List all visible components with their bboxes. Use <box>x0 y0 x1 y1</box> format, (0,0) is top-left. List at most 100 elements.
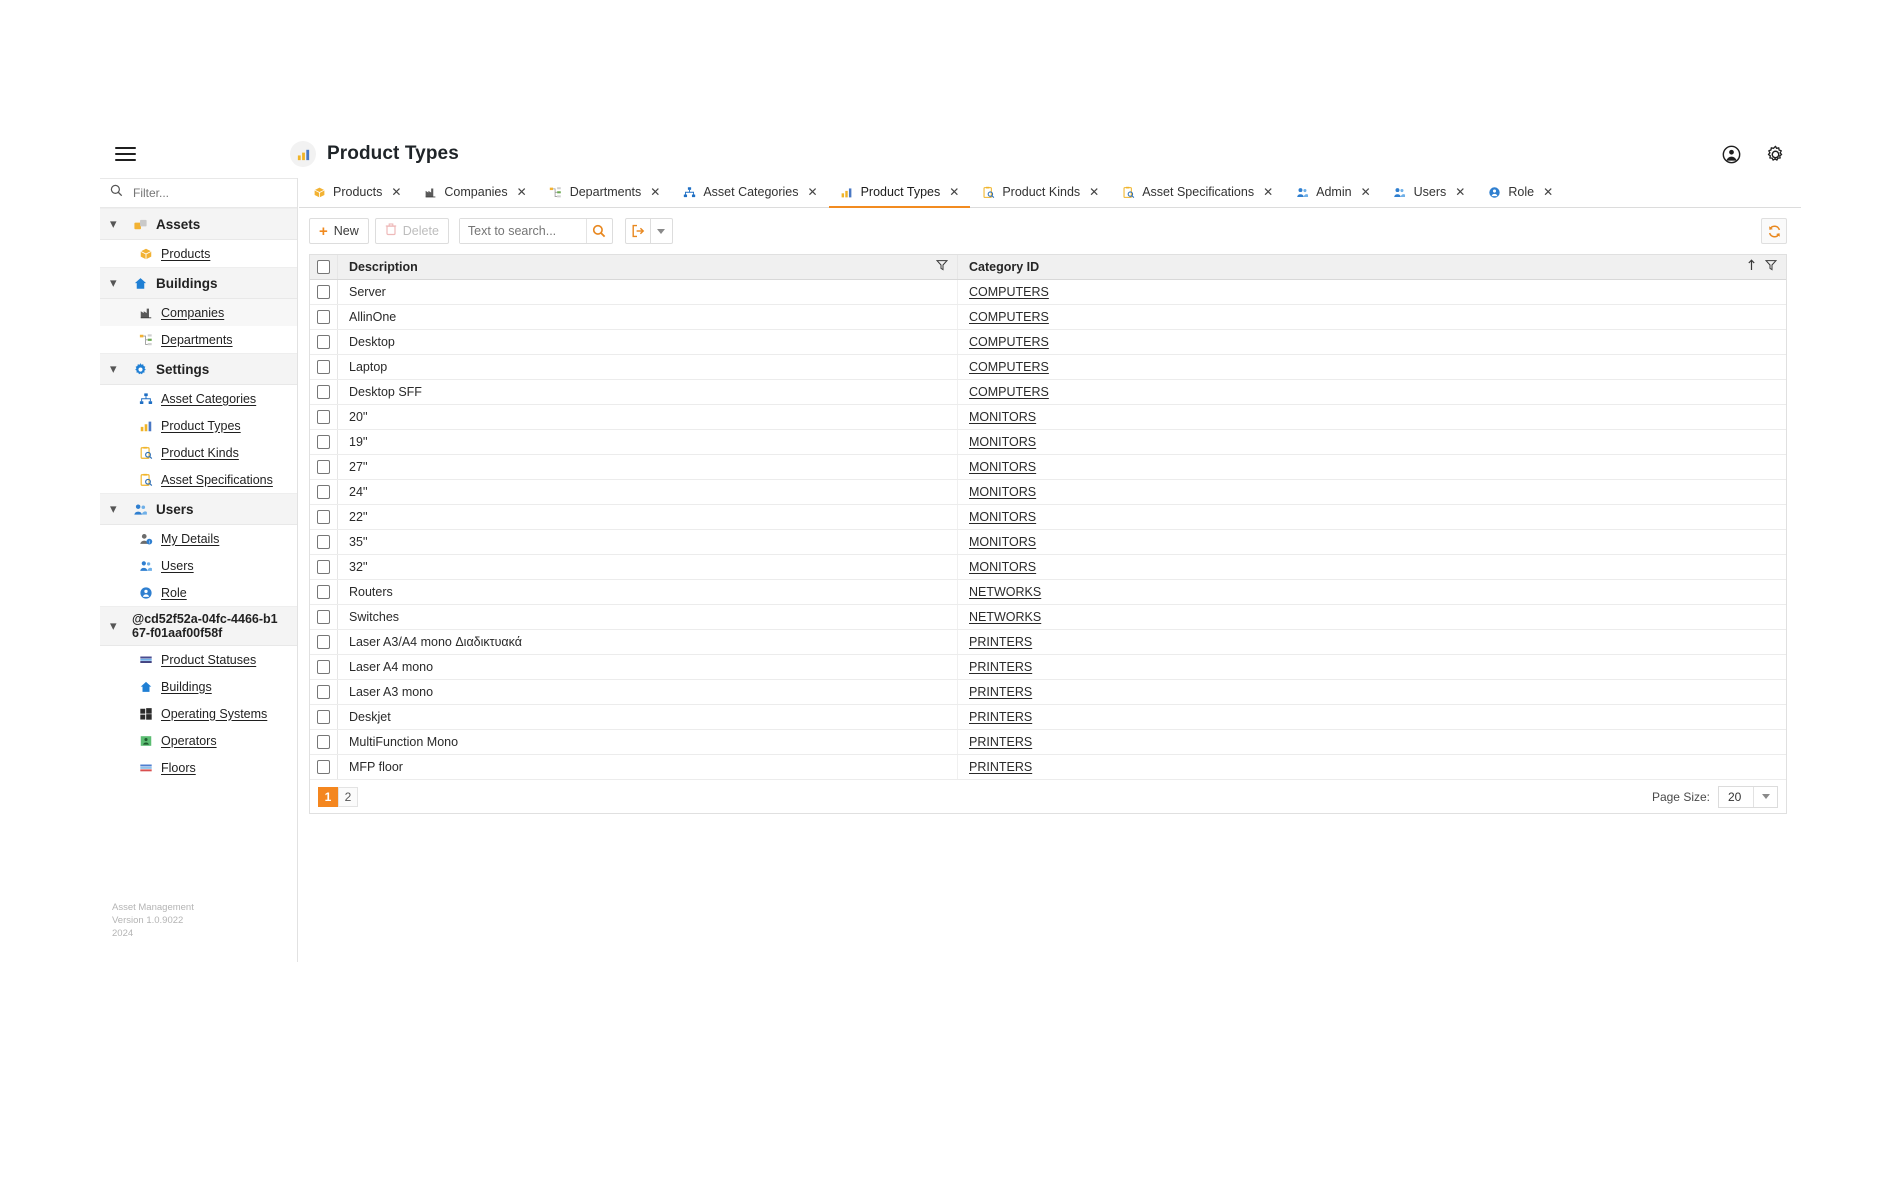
tab-departments[interactable]: Departments ✕ <box>538 177 672 207</box>
cell-category-id-link[interactable]: PRINTERS <box>969 710 1032 724</box>
close-icon[interactable]: ✕ <box>808 186 818 198</box>
select-all-checkbox[interactable] <box>317 260 330 274</box>
cell-category-id-link[interactable]: PRINTERS <box>969 685 1032 699</box>
column-header-category-id[interactable]: Category ID <box>958 255 1786 279</box>
row-checkbox[interactable] <box>317 460 330 474</box>
column-header-description[interactable]: Description <box>338 255 958 279</box>
search-input[interactable] <box>459 219 586 243</box>
row-checkbox[interactable] <box>317 585 330 599</box>
new-button[interactable]: + New <box>309 218 369 244</box>
sidebar-group-buildings[interactable]: ▾ Buildings <box>100 267 297 299</box>
gear-icon[interactable] <box>1763 142 1787 166</box>
table-row[interactable]: 35'' MONITORS <box>310 530 1786 555</box>
cell-category-id-link[interactable]: NETWORKS <box>969 585 1041 599</box>
sort-asc-icon[interactable] <box>1747 258 1756 276</box>
sidebar-item-floors[interactable]: Floors <box>100 754 297 781</box>
table-row[interactable]: Desktop COMPUTERS <box>310 330 1786 355</box>
row-checkbox[interactable] <box>317 310 330 324</box>
cell-category-id-link[interactable]: COMPUTERS <box>969 385 1049 399</box>
cell-category-id-link[interactable]: COMPUTERS <box>969 360 1049 374</box>
row-checkbox[interactable] <box>317 735 330 749</box>
close-icon[interactable]: ✕ <box>949 186 959 198</box>
sidebar-item-products[interactable]: Products <box>100 240 297 267</box>
filter-icon[interactable] <box>935 258 949 276</box>
sidebar-item-departments[interactable]: Departments <box>100 326 297 353</box>
row-checkbox[interactable] <box>317 360 330 374</box>
cell-category-id-link[interactable]: COMPUTERS <box>969 285 1049 299</box>
chevron-down-icon[interactable]: ▾ <box>110 618 124 634</box>
row-checkbox[interactable] <box>317 510 330 524</box>
row-checkbox[interactable] <box>317 335 330 349</box>
table-row[interactable]: 24'' MONITORS <box>310 480 1786 505</box>
tab-admin[interactable]: Admin ✕ <box>1284 177 1382 207</box>
sidebar-item-operators[interactable]: Operators <box>100 727 297 754</box>
chevron-down-icon[interactable]: ▾ <box>110 216 124 232</box>
table-row[interactable]: Server COMPUTERS <box>310 280 1786 305</box>
delete-button[interactable]: Delete <box>374 218 449 244</box>
row-checkbox[interactable] <box>317 560 330 574</box>
row-checkbox[interactable] <box>317 485 330 499</box>
sidebar-item-product-statuses[interactable]: Product Statuses <box>100 646 297 673</box>
table-row[interactable]: Switches NETWORKS <box>310 605 1786 630</box>
cell-category-id-link[interactable]: MONITORS <box>969 410 1036 424</box>
chevron-down-icon[interactable]: ▾ <box>110 361 124 377</box>
row-checkbox[interactable] <box>317 710 330 724</box>
sidebar-group-settings[interactable]: ▾ Settings <box>100 353 297 385</box>
sidebar-group-cd52f52a-04fc-4466-b167-f01aaf00f58f[interactable]: ▾ @cd52f52a-04fc-4466-b167-f01aaf00f58f <box>100 606 297 646</box>
cell-category-id-link[interactable]: MONITORS <box>969 510 1036 524</box>
cell-category-id-link[interactable]: MONITORS <box>969 435 1036 449</box>
close-icon[interactable]: ✕ <box>391 186 401 198</box>
cell-category-id-link[interactable]: MONITORS <box>969 485 1036 499</box>
row-checkbox[interactable] <box>317 660 330 674</box>
cell-category-id-link[interactable]: MONITORS <box>969 560 1036 574</box>
cell-category-id-link[interactable]: NETWORKS <box>969 610 1041 624</box>
table-row[interactable]: MultiFunction Mono PRINTERS <box>310 730 1786 755</box>
row-checkbox[interactable] <box>317 385 330 399</box>
page-button-1[interactable]: 1 <box>318 786 338 807</box>
row-checkbox[interactable] <box>317 635 330 649</box>
close-icon[interactable]: ✕ <box>1543 186 1553 198</box>
close-icon[interactable]: ✕ <box>1089 186 1099 198</box>
tab-products[interactable]: Products ✕ <box>301 177 412 207</box>
sidebar-item-companies[interactable]: Companies <box>100 299 297 326</box>
sidebar-item-buildings[interactable]: Buildings <box>100 673 297 700</box>
table-row[interactable]: 19'' MONITORS <box>310 430 1786 455</box>
cell-category-id-link[interactable]: COMPUTERS <box>969 310 1049 324</box>
cell-category-id-link[interactable]: MONITORS <box>969 460 1036 474</box>
table-row[interactable]: 20'' MONITORS <box>310 405 1786 430</box>
cell-category-id-link[interactable]: MONITORS <box>969 535 1036 549</box>
row-checkbox[interactable] <box>317 435 330 449</box>
table-row[interactable]: Laser A4 mono PRINTERS <box>310 655 1786 680</box>
table-row[interactable]: Desktop SFF COMPUTERS <box>310 380 1786 405</box>
tab-asset-specifications[interactable]: Asset Specifications ✕ <box>1110 177 1284 207</box>
row-checkbox[interactable] <box>317 610 330 624</box>
refresh-icon[interactable] <box>1761 218 1787 244</box>
hamburger-icon[interactable] <box>102 131 148 177</box>
close-icon[interactable]: ✕ <box>517 186 527 198</box>
sidebar-group-assets[interactable]: ▾ Assets <box>100 208 297 240</box>
tab-product-kinds[interactable]: Product Kinds ✕ <box>970 177 1110 207</box>
tab-users[interactable]: Users ✕ <box>1382 177 1477 207</box>
sidebar-item-product-kinds[interactable]: Product Kinds <box>100 439 297 466</box>
sidebar-item-role[interactable]: Role <box>100 579 297 606</box>
tab-asset-categories[interactable]: Asset Categories ✕ <box>671 177 828 207</box>
sidebar-filter-input[interactable] <box>131 185 271 201</box>
export-icon[interactable] <box>624 218 651 244</box>
row-checkbox[interactable] <box>317 535 330 549</box>
sidebar-item-my-details[interactable]: i My Details <box>100 525 297 552</box>
chevron-down-icon[interactable] <box>1753 786 1777 807</box>
table-row[interactable]: 32'' MONITORS <box>310 555 1786 580</box>
close-icon[interactable]: ✕ <box>650 186 660 198</box>
sidebar-group-users[interactable]: ▾ Users <box>100 493 297 525</box>
sidebar-item-product-types[interactable]: Product Types <box>100 412 297 439</box>
table-row[interactable]: Laptop COMPUTERS <box>310 355 1786 380</box>
cell-category-id-link[interactable]: PRINTERS <box>969 660 1032 674</box>
cell-category-id-link[interactable]: PRINTERS <box>969 760 1032 774</box>
table-row[interactable]: MFP floor PRINTERS <box>310 755 1786 780</box>
sidebar-item-operating-systems[interactable]: Operating Systems <box>100 700 297 727</box>
close-icon[interactable]: ✕ <box>1263 186 1273 198</box>
table-row[interactable]: Routers NETWORKS <box>310 580 1786 605</box>
page-button-2[interactable]: 2 <box>338 786 358 807</box>
page-size-select[interactable]: 20 <box>1718 785 1778 808</box>
chevron-down-icon[interactable]: ▾ <box>110 275 124 291</box>
